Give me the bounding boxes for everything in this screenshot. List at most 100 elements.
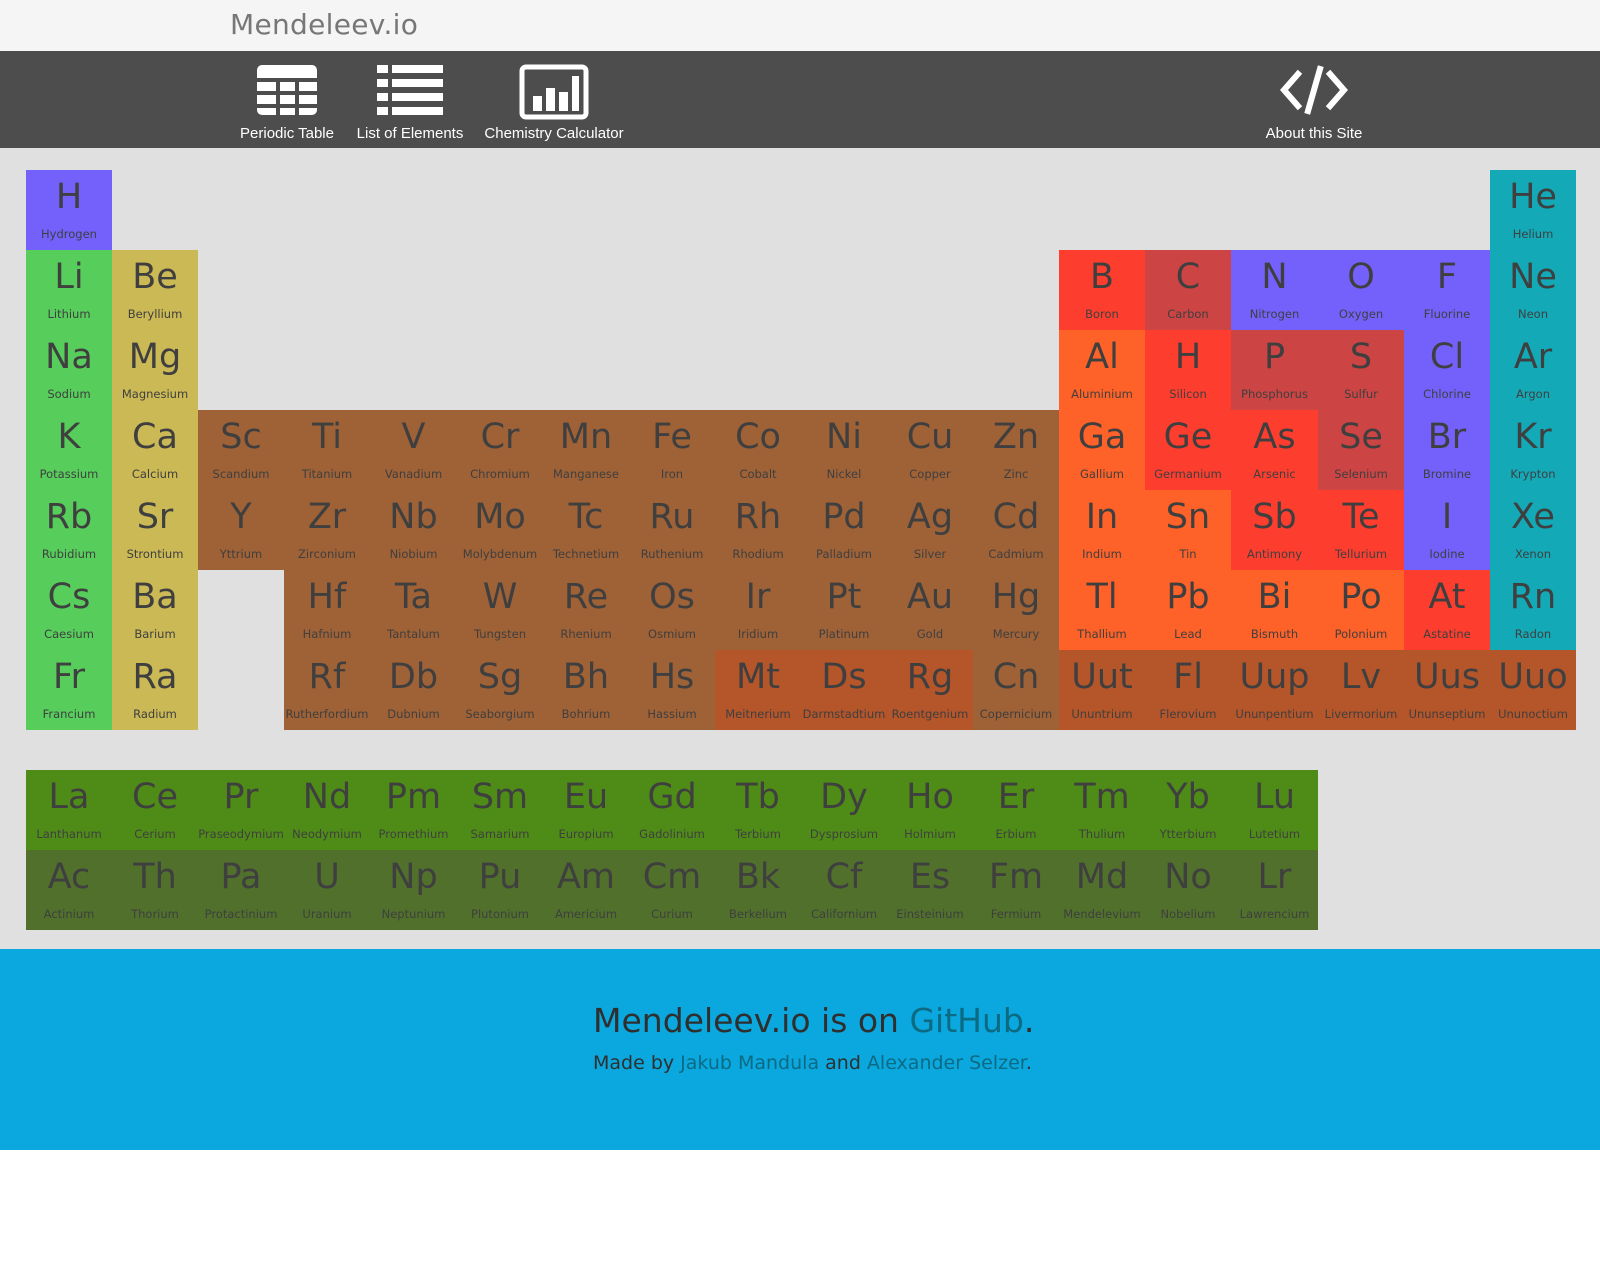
element-cell-holmium[interactable]: Ho Holmium [887,770,973,850]
element-cell-dubnium[interactable]: Db Dubnium [370,650,457,730]
element-cell-gallium[interactable]: Ga Gallium [1059,410,1145,490]
element-cell-erbium[interactable]: Er Erbium [973,770,1059,850]
element-cell-fluorine[interactable]: F Fluorine [1404,250,1490,330]
element-cell-cobalt[interactable]: Co Cobalt [715,410,801,490]
element-cell-titanium[interactable]: Ti Titanium [284,410,370,490]
element-cell-promethium[interactable]: Pm Promethium [370,770,457,850]
element-cell-europium[interactable]: Eu Europium [543,770,629,850]
element-cell-terbium[interactable]: Tb Terbium [715,770,801,850]
element-cell-thulium[interactable]: Tm Thulium [1059,770,1145,850]
element-cell-iridium[interactable]: Ir Iridium [715,570,801,650]
element-cell-californium[interactable]: Cf Californium [801,850,887,930]
element-cell-tellurium[interactable]: Te Tellurium [1318,490,1404,570]
element-cell-iron[interactable]: Fe Iron [629,410,715,490]
element-cell-iodine[interactable]: I Iodine [1404,490,1490,570]
nav-about-site[interactable]: About this Site [1254,51,1374,148]
element-cell-argon[interactable]: Ar Argon [1490,330,1576,410]
element-cell-neodymium[interactable]: Nd Neodymium [284,770,370,850]
element-cell-lawrencium[interactable]: Lr Lawrencium [1231,850,1318,930]
element-cell-vanadium[interactable]: V Vanadium [370,410,457,490]
element-cell-hafnium[interactable]: Hf Hafnium [284,570,370,650]
element-cell-seaborgium[interactable]: Sg Seaborgium [457,650,543,730]
element-cell-barium[interactable]: Ba Barium [112,570,198,650]
element-cell-nitrogen[interactable]: N Nitrogen [1231,250,1318,330]
element-cell-bohrium[interactable]: Bh Bohrium [543,650,629,730]
element-cell-bromine[interactable]: Br Bromine [1404,410,1490,490]
element-cell-ruthenium[interactable]: Ru Ruthenium [629,490,715,570]
element-cell-rutherfordium[interactable]: Rf Rutherfordium [284,650,370,730]
element-cell-plutonium[interactable]: Pu Plutonium [457,850,543,930]
element-cell-rhenium[interactable]: Re Rhenium [543,570,629,650]
element-cell-astatine[interactable]: At Astatine [1404,570,1490,650]
element-cell-tungsten[interactable]: W Tungsten [457,570,543,650]
element-cell-lutetium[interactable]: Lu Lutetium [1231,770,1318,850]
element-cell-fermium[interactable]: Fm Fermium [973,850,1059,930]
element-cell-strontium[interactable]: Sr Strontium [112,490,198,570]
element-cell-sodium[interactable]: Na Sodium [26,330,112,410]
element-cell-yttrium[interactable]: Y Yttrium [198,490,284,570]
element-cell-radium[interactable]: Ra Radium [112,650,198,730]
element-cell-phosphorus[interactable]: P Phosphorus [1231,330,1318,410]
element-cell-technetium[interactable]: Tc Technetium [543,490,629,570]
element-cell-darmstadtium[interactable]: Ds Darmstadtium [801,650,887,730]
author-link-jakub-mandula[interactable]: Jakub Mandula [680,1052,819,1074]
element-cell-ununoctium[interactable]: Uuo Ununoctium [1490,650,1576,730]
element-cell-cadmium[interactable]: Cd Cadmium [973,490,1059,570]
element-cell-chlorine[interactable]: Cl Chlorine [1404,330,1490,410]
element-cell-tantalum[interactable]: Ta Tantalum [370,570,457,650]
element-cell-arsenic[interactable]: As Arsenic [1231,410,1318,490]
element-cell-niobium[interactable]: Nb Niobium [370,490,457,570]
nav-periodic-table[interactable]: Periodic Table [226,51,348,148]
element-cell-mercury[interactable]: Hg Mercury [973,570,1059,650]
element-cell-chromium[interactable]: Cr Chromium [457,410,543,490]
element-cell-rubidium[interactable]: Rb Rubidium [26,490,112,570]
element-cell-germanium[interactable]: Ge Germanium [1145,410,1231,490]
element-cell-boron[interactable]: B Boron [1059,250,1145,330]
site-brand[interactable]: Mendeleev.io [230,8,418,41]
element-cell-oxygen[interactable]: O Oxygen [1318,250,1404,330]
element-cell-molybdenum[interactable]: Mo Molybdenum [457,490,543,570]
element-cell-calcium[interactable]: Ca Calcium [112,410,198,490]
element-cell-nickel[interactable]: Ni Nickel [801,410,887,490]
element-cell-flerovium[interactable]: Fl Flerovium [1145,650,1231,730]
element-cell-selenium[interactable]: Se Selenium [1318,410,1404,490]
element-cell-caesium[interactable]: Cs Caesium [26,570,112,650]
element-cell-gadolinium[interactable]: Gd Gadolinium [629,770,715,850]
element-cell-bismuth[interactable]: Bi Bismuth [1231,570,1318,650]
element-cell-platinum[interactable]: Pt Platinum [801,570,887,650]
element-cell-thorium[interactable]: Th Thorium [112,850,198,930]
element-cell-ytterbium[interactable]: Yb Ytterbium [1145,770,1231,850]
element-cell-livermorium[interactable]: Lv Livermorium [1318,650,1404,730]
element-cell-lead[interactable]: Pb Lead [1145,570,1231,650]
element-cell-americium[interactable]: Am Americium [543,850,629,930]
element-cell-dysprosium[interactable]: Dy Dysprosium [801,770,887,850]
element-cell-tin[interactable]: Sn Tin [1145,490,1231,570]
element-cell-praseodymium[interactable]: Pr Praseodymium [198,770,284,850]
element-cell-rhodium[interactable]: Rh Rhodium [715,490,801,570]
element-cell-scandium[interactable]: Sc Scandium [198,410,284,490]
element-cell-antimony[interactable]: Sb Antimony [1231,490,1318,570]
element-cell-neptunium[interactable]: Np Neptunium [370,850,457,930]
element-cell-lithium[interactable]: Li Lithium [26,250,112,330]
element-cell-palladium[interactable]: Pd Palladium [801,490,887,570]
element-cell-hassium[interactable]: Hs Hassium [629,650,715,730]
element-cell-carbon[interactable]: C Carbon [1145,250,1231,330]
element-cell-nobelium[interactable]: No Nobelium [1145,850,1231,930]
element-cell-lanthanum[interactable]: La Lanthanum [26,770,112,850]
element-cell-manganese[interactable]: Mn Manganese [543,410,629,490]
element-cell-potassium[interactable]: K Potassium [26,410,112,490]
element-cell-copper[interactable]: Cu Copper [887,410,973,490]
element-cell-ununtrium[interactable]: Uut Ununtrium [1059,650,1145,730]
element-cell-sulfur[interactable]: S Sulfur [1318,330,1404,410]
element-cell-krypton[interactable]: Kr Krypton [1490,410,1576,490]
element-cell-beryllium[interactable]: Be Beryllium [112,250,198,330]
element-cell-actinium[interactable]: Ac Actinium [26,850,112,930]
element-cell-aluminium[interactable]: Al Aluminium [1059,330,1145,410]
element-cell-uranium[interactable]: U Uranium [284,850,370,930]
element-cell-curium[interactable]: Cm Curium [629,850,715,930]
element-cell-helium[interactable]: He Helium [1490,170,1576,250]
element-cell-zirconium[interactable]: Zr Zirconium [284,490,370,570]
element-cell-xenon[interactable]: Xe Xenon [1490,490,1576,570]
element-cell-gold[interactable]: Au Gold [887,570,973,650]
nav-list-of-elements[interactable]: List of Elements [350,51,470,148]
